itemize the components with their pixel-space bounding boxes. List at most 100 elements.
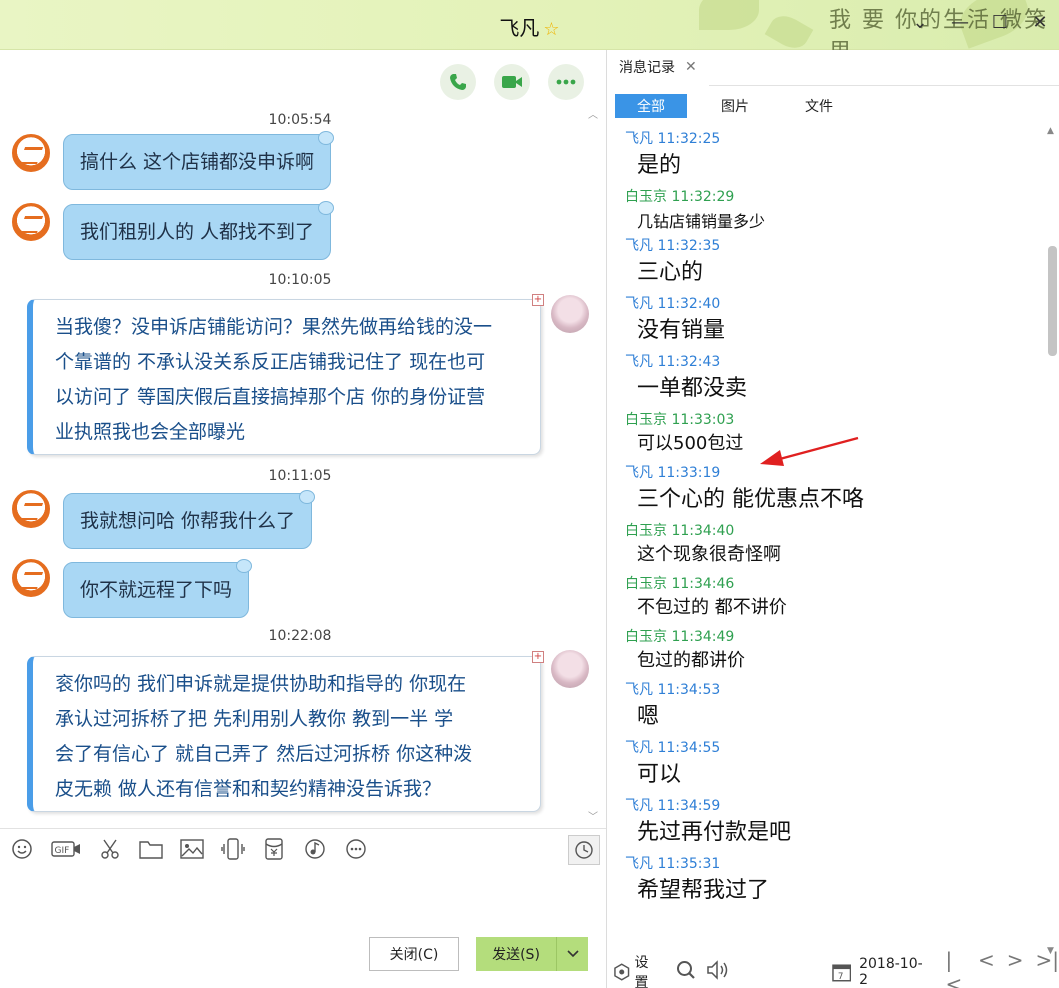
red-packet-button[interactable] — [262, 837, 286, 861]
last-page-icon[interactable]: >| — [1035, 948, 1059, 988]
gif-button[interactable]: GIF — [51, 837, 81, 861]
record-entry: 白玉京 11:34:46 不包过的 都不讲价 — [625, 573, 1043, 621]
close-icon[interactable]: ✕ — [1031, 12, 1049, 33]
avatar[interactable] — [12, 203, 50, 241]
record-sender: 白玉京 — [625, 629, 667, 645]
more-options-button[interactable] — [548, 64, 584, 100]
incoming-message: 搞什么 这个店铺都没申诉啊 — [63, 131, 335, 190]
send-button[interactable]: 发送(S) — [476, 937, 588, 971]
prev-page-icon[interactable]: < — [978, 948, 995, 988]
contact-name: 飞凡 — [499, 16, 540, 40]
record-sender: 飞凡 — [625, 856, 653, 872]
record-sender: 飞凡 — [625, 296, 653, 312]
my-avatar[interactable] — [551, 295, 589, 333]
voice-call-button[interactable] — [440, 64, 476, 100]
date-picker[interactable]: 7 2018-10-2 — [831, 956, 930, 988]
record-time: 11:34:49 — [671, 629, 735, 645]
record-sender: 飞凡 — [625, 682, 653, 698]
emoji-icon — [12, 839, 32, 859]
record-time: 11:32:40 — [657, 296, 721, 312]
message-line: 以访问了 等国庆假后直接搞掉那个店 你的身份证营 — [55, 386, 486, 408]
record-scrollbar[interactable]: ▲ ▼ — [1045, 126, 1059, 956]
send-options-dropdown[interactable] — [556, 937, 588, 971]
record-sender-time: 飞凡 11:34:55 — [625, 737, 1043, 757]
close-button[interactable]: 关闭(C) — [369, 937, 459, 971]
search-button[interactable] — [676, 960, 696, 984]
outgoing-message: + 衮你吗的 我们申诉就是提供协助和指导的 你现在 承认过河拆桥了把 先利用别人… — [27, 651, 544, 812]
filter-images[interactable]: 图片 — [699, 94, 771, 118]
emoji-button[interactable] — [10, 837, 34, 861]
record-sender-time: 白玉京 11:33:03 — [625, 409, 1043, 429]
video-call-button[interactable] — [494, 64, 530, 100]
music-icon — [305, 839, 325, 859]
chat-scroll-down[interactable]: ﹀ — [588, 808, 598, 823]
first-page-icon[interactable]: |< — [946, 948, 966, 988]
record-entry: 飞凡 11:32:40 没有销量 — [625, 293, 1043, 346]
close-tab-icon[interactable]: ✕ — [685, 59, 697, 75]
screenshot-button[interactable] — [98, 837, 122, 861]
svg-text:7: 7 — [838, 972, 844, 982]
avatar[interactable] — [12, 490, 50, 528]
title-bar: 我 要 你的生活 微笑里 飞凡☆ ⌄ — ☐ ✕ — [0, 0, 1059, 50]
my-avatar[interactable] — [551, 650, 589, 688]
avatar[interactable] — [12, 559, 50, 597]
filter-files[interactable]: 文件 — [783, 94, 855, 118]
input-toolbar: GIF — [10, 837, 368, 861]
tab-message-record[interactable]: 消息记录 ✕ — [607, 50, 709, 86]
folder-icon — [139, 841, 163, 859]
next-page-icon[interactable]: > — [1007, 948, 1024, 988]
record-message: 先过再付款是吧 — [637, 820, 792, 845]
scroll-up-arrow[interactable]: ▲ — [1047, 126, 1054, 136]
record-sender-time: 飞凡 11:34:59 — [625, 795, 1043, 815]
record-message: 可以 — [637, 762, 682, 787]
star-icon[interactable]: ☆ — [543, 19, 559, 40]
timestamp: 10:10:05 — [268, 272, 332, 288]
message-history-button[interactable] — [568, 835, 600, 865]
record-time: 11:34:59 — [657, 798, 721, 814]
send-image-button[interactable] — [180, 837, 204, 861]
more-tools-button[interactable] — [344, 837, 368, 861]
record-sender: 飞凡 — [625, 740, 653, 756]
gif-icon: GIF — [51, 841, 80, 857]
message-line: 当我傻？没申诉店铺能访问？果然先做再给钱的没一 — [55, 316, 493, 338]
record-time: 11:34:55 — [657, 740, 721, 756]
record-time: 11:32:35 — [657, 238, 721, 254]
message-line: 皮无赖 做人还有信誉和和契约精神没告诉我？ — [55, 778, 442, 800]
message-input-area[interactable]: GIF 关闭(C) 发送(S) — [0, 828, 606, 988]
record-time: 11:33:03 — [671, 412, 735, 428]
filter-all[interactable]: 全部 — [615, 94, 687, 118]
message-record-pane: 消息记录 ✕ 全部 图片 文件 飞凡 11:32:25 是的 白玉京 11:32:2… — [607, 50, 1059, 988]
chat-pane[interactable]: ︿ 10:05:54 搞什么 这个店铺都没申诉啊 我们租别人的 人都找不到了 1… — [0, 50, 606, 828]
send-file-button[interactable] — [139, 837, 163, 861]
record-sender: 飞凡 — [625, 238, 653, 254]
record-sender-time: 白玉京 11:34:49 — [625, 626, 1043, 646]
record-time: 11:35:31 — [657, 856, 721, 872]
record-message: 一单都没卖 — [637, 376, 748, 401]
music-button[interactable] — [303, 837, 327, 861]
record-message: 三心的 — [637, 260, 704, 285]
avatar[interactable] — [12, 134, 50, 172]
send-label[interactable]: 发送(S) — [476, 937, 556, 971]
record-entry: 飞凡 11:32:43 一单都没卖 — [625, 351, 1043, 404]
restore-icon[interactable]: — — [951, 12, 969, 33]
record-time: 11:34:53 — [657, 682, 721, 698]
search-icon — [676, 961, 695, 979]
record-sender: 飞凡 — [625, 798, 653, 814]
shake-button[interactable] — [221, 837, 245, 861]
more-icon — [556, 79, 576, 85]
settings-icon — [614, 963, 630, 981]
timestamp: 10:11:05 — [268, 468, 332, 484]
record-message: 包过的都讲价 — [637, 650, 745, 671]
scrollbar-thumb[interactable] — [1048, 246, 1057, 356]
voice-button[interactable] — [706, 960, 732, 984]
date-label: 2018-10-2 — [859, 956, 923, 988]
minimize-icon[interactable]: ⌄ — [911, 12, 929, 33]
annotation-arrow — [760, 436, 859, 466]
record-sender-time: 白玉京 11:34:40 — [625, 520, 1043, 540]
record-bottom-bar: 设置 7 2018-10-2 |< < > >| — [607, 948, 1059, 988]
record-entry: 飞凡 11:32:25 是的 — [625, 128, 1043, 181]
settings-button[interactable]: 设置 — [613, 952, 662, 988]
window-title: 飞凡 ☆ — [0, 12, 1059, 41]
message-line: 承认过河拆桥了把 先利用别人教你 教到一半 学 — [55, 708, 454, 730]
maximize-icon[interactable]: ☐ — [991, 12, 1009, 33]
